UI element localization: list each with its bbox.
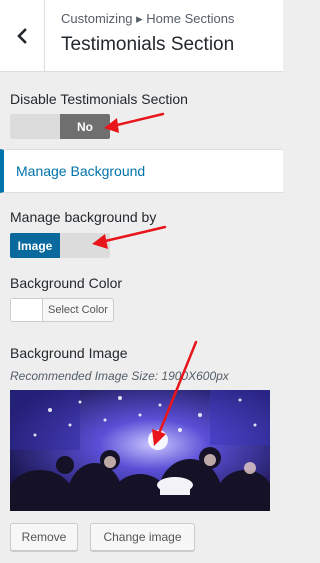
manage-background-by-label: Manage background by <box>10 209 157 225</box>
disable-section-toggle[interactable]: No <box>10 114 110 139</box>
customizer-header: Customizing ▸ Home Sections Testimonials… <box>0 0 283 72</box>
disable-section-label: Disable Testimonials Section <box>10 91 188 107</box>
chevron-left-icon <box>17 28 27 44</box>
party-photo-icon <box>10 390 270 511</box>
change-image-button[interactable]: Change image <box>90 523 195 551</box>
color-swatch <box>11 299 43 321</box>
toggle-image-option[interactable]: Image <box>10 233 60 258</box>
background-color-label: Background Color <box>10 275 123 291</box>
arrow-to-disable-toggle <box>111 112 165 128</box>
background-image-label: Background Image <box>10 345 128 361</box>
breadcrumb: Customizing ▸ Home Sections <box>61 11 235 26</box>
manage-background-by-toggle[interactable]: Image <box>10 233 110 258</box>
image-size-hint: Recommended Image Size: 1900X600px <box>10 369 229 383</box>
select-color-button[interactable]: Select Color <box>10 298 114 322</box>
toggle-no-option[interactable]: No <box>60 114 110 139</box>
remove-image-button[interactable]: Remove <box>10 523 78 551</box>
manage-background-link[interactable]: Manage Background <box>0 149 283 193</box>
page-title: Testimonials Section <box>61 34 235 55</box>
arrow-to-background-toggle <box>99 225 167 244</box>
back-button[interactable] <box>0 0 45 72</box>
background-image-preview <box>10 390 270 511</box>
select-color-label: Select Color <box>48 304 108 316</box>
